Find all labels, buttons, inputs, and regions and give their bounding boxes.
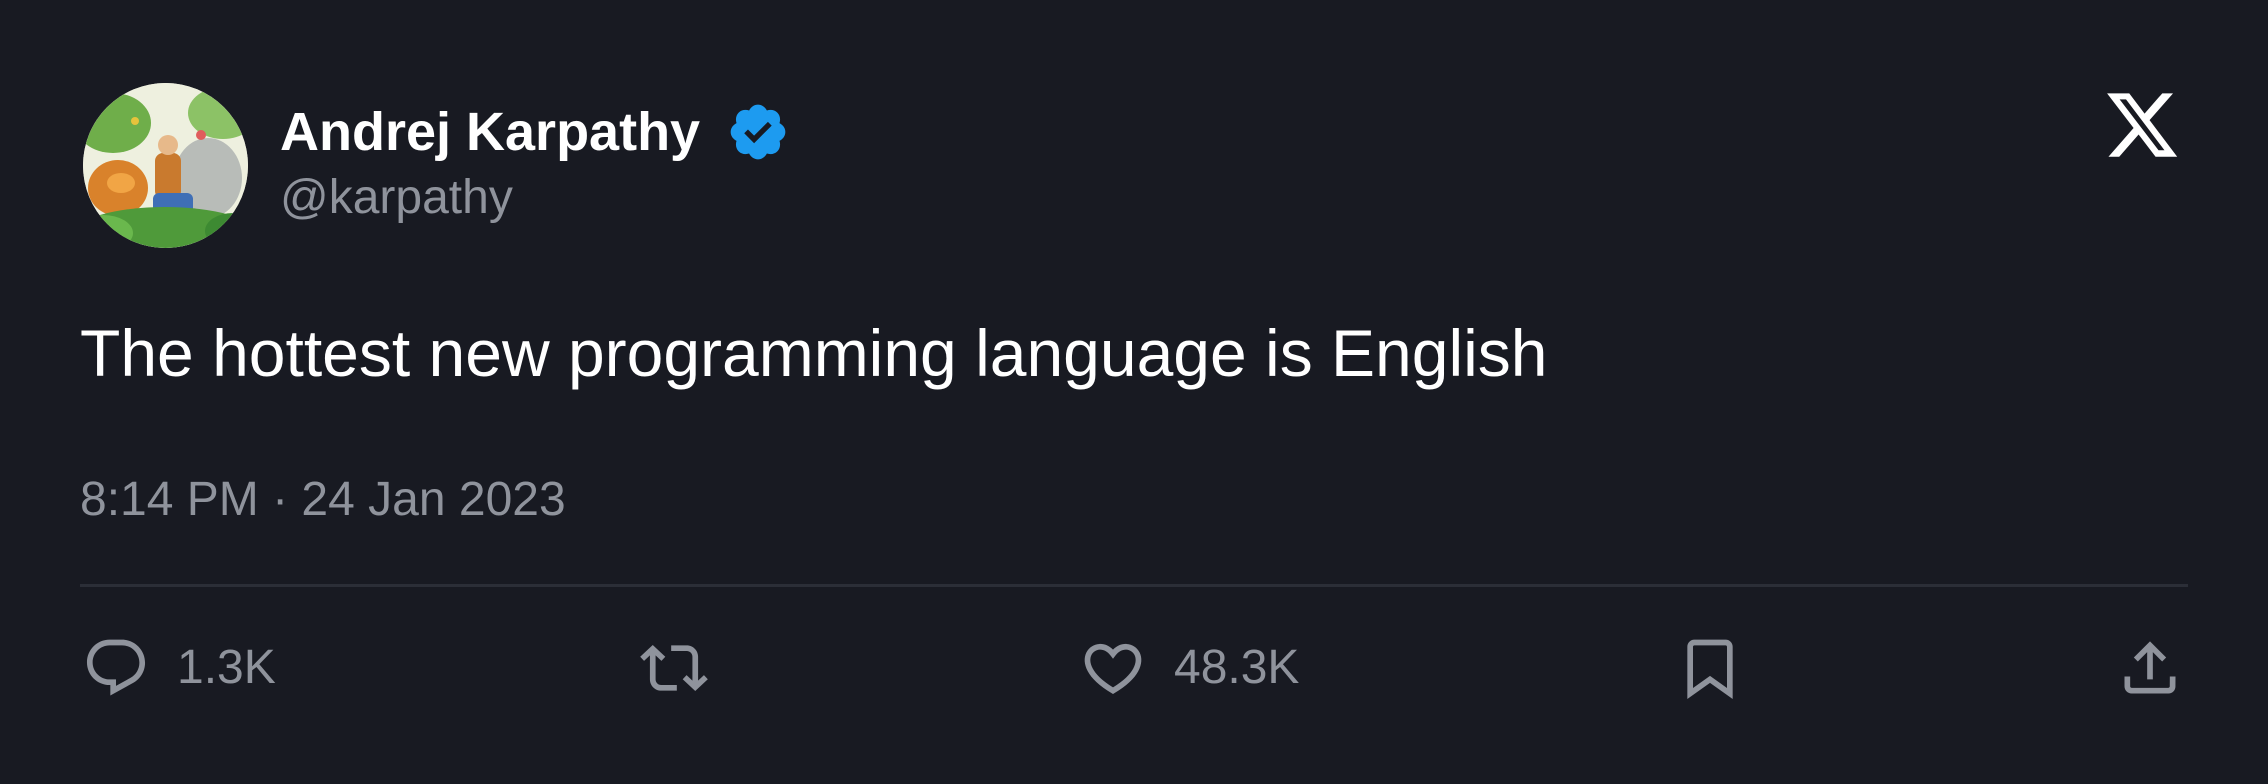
like-button[interactable]: 48.3K [1079, 636, 1299, 700]
like-count: 48.3K [1174, 641, 1300, 694]
avatar[interactable] [83, 83, 248, 248]
author-display-name[interactable]: Andrej Karpathy [280, 96, 700, 168]
retweet-icon [640, 634, 708, 702]
reply-count: 1.3K [177, 641, 276, 694]
reply-button[interactable]: 1.3K [82, 636, 276, 700]
retweet-button[interactable] [640, 636, 708, 700]
bookmark-icon [1676, 634, 1744, 702]
tweet-card: Andrej Karpathy @karpathy The hottest ne… [0, 0, 2268, 784]
tweet-timestamp[interactable]: 8:14 PM · 24 Jan 2023 [80, 468, 566, 532]
tweet-text: The hottest new programming language is … [80, 316, 1548, 390]
author-name-row: Andrej Karpathy [280, 96, 790, 168]
reply-icon [82, 634, 150, 702]
share-button[interactable] [2116, 636, 2184, 700]
x-logo-icon[interactable] [2103, 86, 2181, 164]
verified-badge-icon [726, 100, 790, 164]
heart-icon [1079, 634, 1147, 702]
divider [80, 584, 2188, 587]
avatar-illustration [83, 83, 248, 248]
author-handle[interactable]: @karpathy [280, 166, 513, 230]
bookmark-button[interactable] [1676, 636, 1744, 700]
share-icon [2116, 634, 2184, 702]
